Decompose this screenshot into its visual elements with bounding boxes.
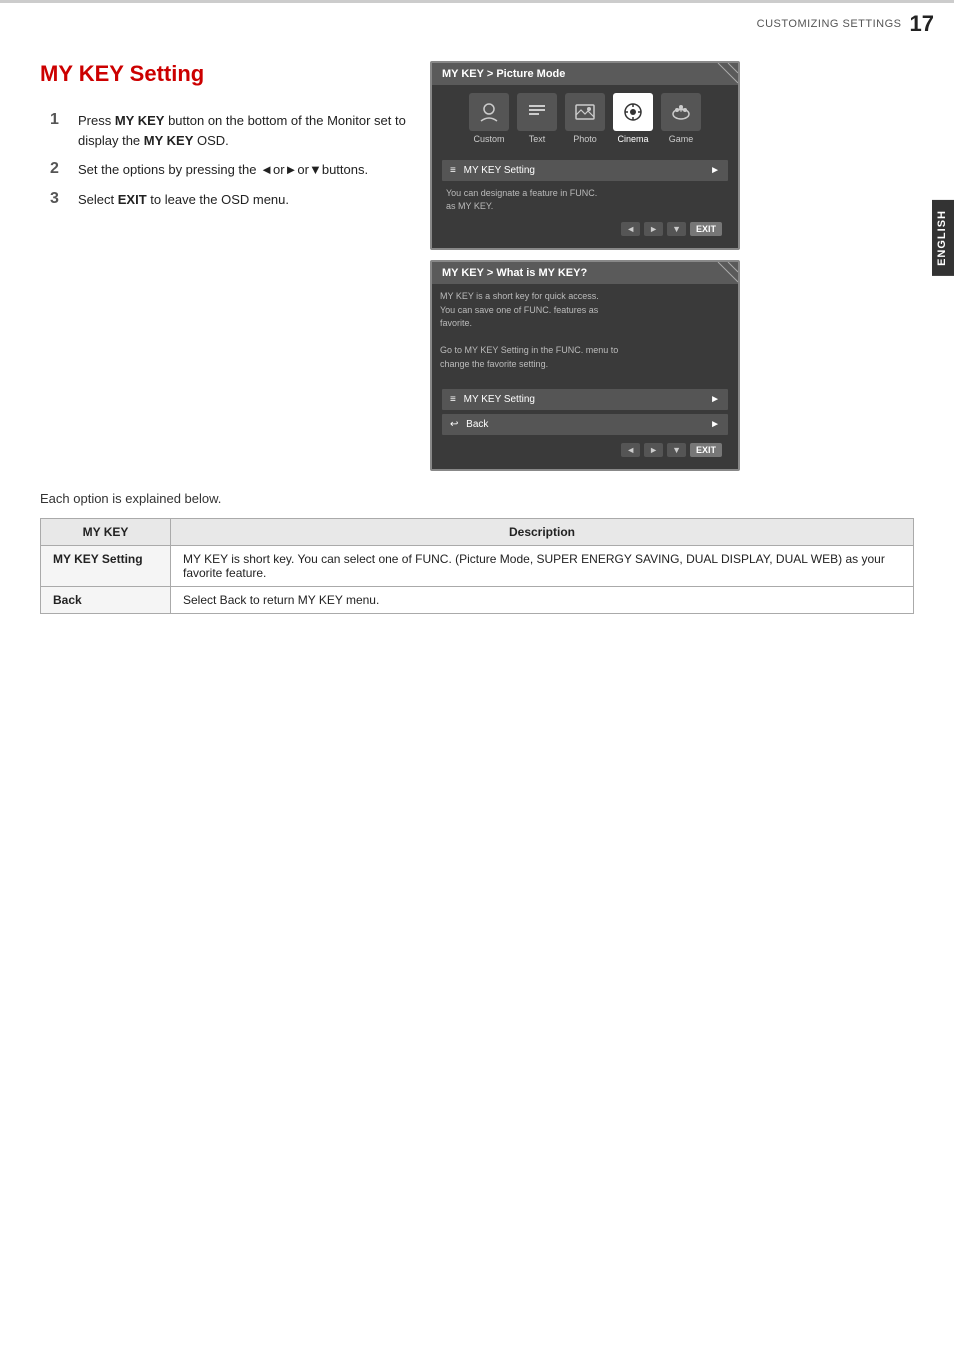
osd1-menu-item: ≡ MY KEY Setting EXIT ► — [442, 160, 728, 181]
icon-game-box — [661, 93, 701, 131]
osd2-menu-item-1: ≡ MY KEY Setting ► — [442, 389, 728, 410]
custom-icon — [478, 101, 500, 123]
osd2-nav-left: ◄ — [621, 443, 640, 457]
osd2-line6: change the favorite setting. — [440, 359, 548, 369]
instruction-number-1: 1 — [50, 111, 72, 129]
osd2-menu-item2-left: ↩ Back — [450, 419, 488, 430]
table-col1-header: MY KEY — [41, 519, 171, 546]
instruction-text-2: Set the options by pressing the ◄or►or▼b… — [78, 160, 368, 180]
top-bar: CUSTOMIZING SETTINGS 17 — [0, 1, 954, 41]
osd2-line5: Go to MY KEY Setting in the FUNC. menu t… — [440, 345, 618, 355]
text-icon — [526, 101, 548, 123]
osd2-menu-item1-left: ≡ MY KEY Setting — [450, 394, 535, 405]
icon-custom: Custom — [469, 93, 509, 144]
icon-cinema-label: Cinema — [617, 134, 648, 144]
left-column: MY KEY Setting 1 Press MY KEY button on … — [40, 61, 410, 471]
osd1-header: MY KEY > Picture Mode — [432, 63, 738, 85]
game-icon — [670, 101, 692, 123]
instruction-text-1: Press MY KEY button on the bottom of the… — [78, 111, 410, 150]
osd1-menu-item-left: ≡ MY KEY Setting — [450, 165, 535, 176]
osd1-menu-label: MY KEY Setting — [464, 165, 535, 176]
icon-game-label: Game — [669, 134, 694, 144]
osd2-header-text: MY KEY > What is MY KEY? — [442, 267, 587, 279]
table-cell-description: MY KEY is short key. You can select one … — [171, 546, 914, 587]
osd1-header-text: MY KEY > Picture Mode — [442, 68, 565, 80]
osd1-exit-btn: EXIT — [690, 222, 722, 236]
page-number: 17 — [910, 11, 934, 37]
osd2-content: MY KEY is a short key for quick access. … — [432, 284, 738, 377]
icon-custom-label: Custom — [473, 134, 504, 144]
osd-screen-1: MY KEY > Picture Mode Custom — [430, 61, 740, 250]
osd2-line2: You can save one of FUNC. features as — [440, 305, 598, 315]
cinema-icon — [622, 101, 644, 123]
section-label: CUSTOMIZING SETTINGS — [757, 18, 902, 30]
osd1-nav: ◄ ► ▼ EXIT — [442, 218, 728, 240]
menu-lines-icon: ≡ — [450, 165, 456, 176]
right-column: MY KEY > Picture Mode Custom — [430, 61, 914, 471]
instruction-text-3: Select EXIT to leave the OSD menu. — [78, 190, 289, 210]
language-tab: ENGLISH — [932, 200, 954, 276]
osd1-nav-right: ► — [644, 222, 663, 236]
osd2-line1: MY KEY is a short key for quick access. — [440, 291, 599, 301]
instruction-number-2: 2 — [50, 160, 72, 178]
table-col2-header: Description — [171, 519, 914, 546]
icon-cinema: Cinema — [613, 93, 653, 144]
osd1-icon-row: Custom Text — [432, 85, 738, 148]
table-cell-key: Back — [41, 587, 171, 614]
osd1-desc: You can designate a feature in FUNC.as M… — [442, 185, 728, 218]
icon-photo-box — [565, 93, 605, 131]
options-table: MY KEY Description MY KEY SettingMY KEY … — [40, 518, 914, 614]
icon-text: Text — [517, 93, 557, 144]
osd2-exit-btn: EXIT — [690, 443, 722, 457]
main-content: MY KEY Setting 1 Press MY KEY button on … — [0, 41, 954, 634]
osd2-menu-label1: MY KEY Setting — [464, 394, 535, 405]
icon-custom-box — [469, 93, 509, 131]
each-option-text: Each option is explained below. — [40, 491, 914, 506]
osd2-nav-right: ► — [644, 443, 663, 457]
instructions-list: 1 Press MY KEY button on the bottom of t… — [50, 111, 410, 209]
osd2-body: ≡ MY KEY Setting ► ↩ Back ► — [432, 377, 738, 469]
osd-corner-lines-top — [698, 63, 738, 88]
instruction-3: 3 Select EXIT to leave the OSD menu. — [50, 190, 410, 210]
icon-cinema-box — [613, 93, 653, 131]
instruction-1: 1 Press MY KEY button on the bottom of t… — [50, 111, 410, 150]
icon-game: Game — [661, 93, 701, 144]
osd2-lines-icon: ≡ — [450, 394, 456, 405]
instruction-number-3: 3 — [50, 190, 72, 208]
osd2-menu-item-2: ↩ Back ► — [442, 414, 728, 435]
table-cell-description: Select Back to return MY KEY menu. — [171, 587, 914, 614]
osd1-menu-arrow-icon: ► — [710, 165, 720, 176]
osd2-back-icon: ↩ — [450, 419, 458, 430]
icon-text-label: Text — [529, 134, 546, 144]
table-row: MY KEY SettingMY KEY is short key. You c… — [41, 546, 914, 587]
osd2-menu-arrow1: ► — [710, 394, 720, 405]
osd1-nav-left: ◄ — [621, 222, 640, 236]
instruction-2: 2 Set the options by pressing the ◄or►or… — [50, 160, 410, 180]
icon-text-box — [517, 93, 557, 131]
osd2-header: MY KEY > What is MY KEY? — [432, 262, 738, 284]
photo-icon — [574, 101, 596, 123]
osd2-nav: ◄ ► ▼ EXIT — [442, 439, 728, 461]
osd-screen-2: MY KEY > What is MY KEY? MY KEY is a sho… — [430, 260, 740, 471]
table-cell-key: MY KEY Setting — [41, 546, 171, 587]
icon-photo-label: Photo — [573, 134, 597, 144]
osd1-body: ≡ MY KEY Setting EXIT ► You can designat… — [432, 148, 738, 248]
osd2-nav-down: ▼ — [667, 443, 686, 457]
osd2-menu-arrow2: ► — [710, 419, 720, 430]
icon-photo: Photo — [565, 93, 605, 144]
osd2-menu-label2: Back — [466, 419, 488, 430]
page-title: MY KEY Setting — [40, 61, 410, 87]
osd2-line3: favorite. — [440, 318, 472, 328]
osd1-nav-down: ▼ — [667, 222, 686, 236]
osd2-corner-lines-top — [698, 262, 738, 287]
two-column-layout: MY KEY Setting 1 Press MY KEY button on … — [40, 61, 914, 471]
table-row: BackSelect Back to return MY KEY menu. — [41, 587, 914, 614]
